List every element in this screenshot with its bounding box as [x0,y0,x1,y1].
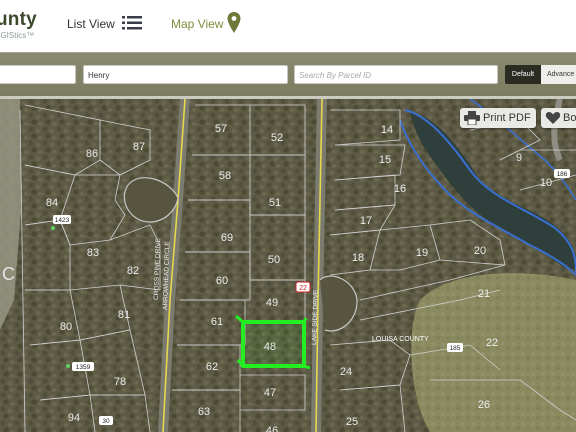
list-icon[interactable] [122,16,142,30]
advanced-search-button[interactable]: Advance [541,65,576,84]
parcel-label: 49 [266,297,278,309]
default-search-button[interactable]: Default [505,65,541,84]
map-pin-icon[interactable] [227,12,241,34]
top-header: unty oGIStics™ List View Map View [0,0,576,52]
owner-search-input[interactable] [0,65,76,84]
area-label: LOUISA COUNTY [372,336,429,343]
parcel-label: 24 [340,366,352,378]
brand-logo[interactable]: unty oGIStics™ [0,10,37,41]
parcel-map[interactable]: 86 87 84 83 82 80 81 78 94 57 58 69 60 6… [0,99,576,432]
parcel-label: 48 [264,341,276,353]
map-edge-letter: C [2,264,15,284]
parcel-label: 61 [211,316,223,328]
brand-subtitle: oGIStics™ [0,31,35,40]
parcel-id-search-input[interactable]: Search By Parcel ID [294,65,498,84]
parcel-label: 16 [394,183,406,195]
print-pdf-button[interactable]: Print PDF [460,108,536,128]
address-badge: 30 [102,418,110,425]
parcel-label: 15 [379,154,391,166]
parcel-label: 51 [269,197,281,209]
parcel-label: 26 [478,399,490,411]
parcel-label: 25 [346,416,358,428]
parcel-label: 57 [215,123,227,135]
search-bar: Henry Search By Parcel ID [0,52,576,98]
map-view-link[interactable]: Map View [171,17,223,31]
parcel-label: 21 [478,288,490,300]
parcel-label: 19 [416,247,428,259]
parcel-label: 47 [264,387,276,399]
parcel-label: 58 [219,170,231,182]
address-badge: 1359 [76,364,91,371]
bookmark-button[interactable]: Bo [541,108,576,128]
parcel-label: 78 [114,376,126,388]
parcel-label: 50 [268,254,280,266]
parcel-label: 62 [206,361,218,373]
parcel-label: 80 [60,321,72,333]
parcel-label: 84 [46,197,58,209]
parcel-label: 86 [86,148,98,160]
address-badge: 1423 [55,217,70,224]
parcel-label: 69 [221,232,233,244]
route-badge: 22 [299,285,307,292]
print-pdf-label: Print PDF [483,112,531,124]
parcel-label: 17 [360,215,372,227]
heart-icon [545,111,561,124]
aerial-map-canvas[interactable]: 86 87 84 83 82 80 81 78 94 57 58 69 60 6… [0,99,576,432]
parcel-label: 18 [352,252,364,264]
name-search-input[interactable]: Henry [83,65,288,84]
list-view-link[interactable]: List View [67,17,115,31]
address-badge: 186 [557,171,568,178]
parcel-label: 87 [133,141,145,153]
parcel-label: 14 [381,124,393,136]
parcel-label: 46 [266,425,278,432]
parcel-label: 82 [127,265,139,277]
parcel-label: 52 [271,132,283,144]
open-field [411,273,576,432]
parcel-label: 63 [198,406,210,418]
parcel-label: 9 [516,152,522,164]
parcel-label: 94 [68,412,80,424]
parcel-label: 10 [540,177,552,189]
brand-title: unty [0,9,37,30]
parcel-label: 83 [87,247,99,259]
bookmark-label: Bo [563,112,576,124]
parcel-label: 22 [486,337,498,349]
parcel-label: 81 [118,309,130,321]
printer-icon [464,111,480,125]
parcel-label: 60 [216,275,228,287]
parcel-label: 20 [474,245,486,257]
address-badge: 185 [450,345,461,352]
